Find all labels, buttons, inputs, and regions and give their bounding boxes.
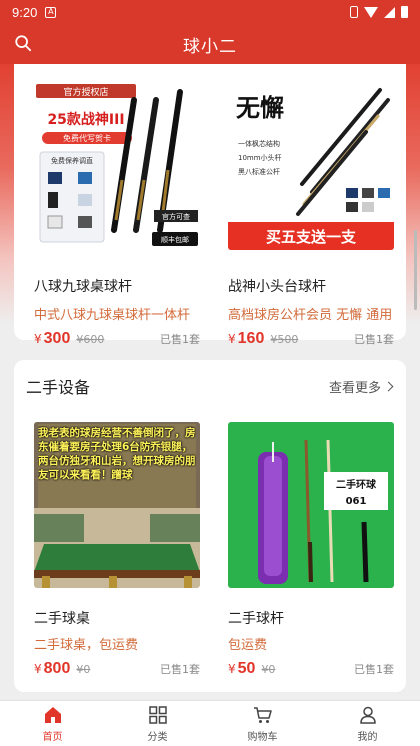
product-card[interactable]: 我老表的球房经营不善倒闭了，房东催着要房子处理6台防乔银腿，两台仿独牙和山岩，想… <box>26 422 208 677</box>
img2-feature2: 10mm小头杆 <box>238 153 282 162</box>
tab-label: 我的 <box>357 731 378 743</box>
product-image: 我老表的球房经营不善倒闭了，房东催着要房子处理6台防乔银腿，两台仿独牙和山岩，想… <box>34 422 200 588</box>
product-name: 二手球桌 <box>34 611 90 627</box>
img1-tag: 免费代写贺卡 <box>63 133 111 143</box>
currency: ¥ <box>34 332 42 346</box>
user-icon <box>359 706 376 724</box>
price-line: ¥ 800 ¥0 已售1套 <box>34 660 200 678</box>
search-icon[interactable] <box>14 34 32 52</box>
wifi-icon <box>364 6 378 18</box>
product-price: 300 <box>43 330 71 347</box>
product-desc: 二手球桌，包运费 <box>34 638 139 653</box>
product-image: 官方授权店 25款战神III 免费代写贺卡 免费保养调直 官方可查 顺丰包邮 <box>34 80 200 250</box>
tab-category[interactable]: 分类 <box>105 701 210 746</box>
signal-icon <box>384 6 395 18</box>
currency: ¥ <box>34 662 42 676</box>
original-price: ¥0 <box>76 663 91 676</box>
app-header: 球小二 <box>0 24 420 64</box>
section-title: 二手设备 <box>26 378 91 397</box>
notification-icon: A <box>45 6 57 18</box>
currency: ¥ <box>228 662 236 676</box>
img3-overlay-text: 我老表的球房经营不善倒闭了，房东催着要房子处理6台防乔银腿，两台仿独牙和山岩，想… <box>38 427 196 481</box>
product-price: 50 <box>237 660 256 677</box>
price-line: ¥ 160 ¥500 已售1套 <box>228 330 394 348</box>
img1-banner: 官方授权店 <box>63 86 108 98</box>
img2-feature3: 黑八标准公杆 <box>238 167 280 176</box>
product-desc: 高档球房公杆会员 无懈 通用 <box>228 308 393 323</box>
sold-count: 已售1套 <box>160 333 200 346</box>
secondhand-section: 二手设备 查看更多 我老表的球房经营不善倒闭了，房东催着要房子处理6台防乔银腿，… <box>14 360 406 692</box>
original-price: ¥0 <box>261 663 276 676</box>
product-image: 无懈 一体枫芯结构 10mm小头杆 黑八标准公杆 买五支送一支 <box>228 80 394 250</box>
bottom-tab-bar: 首页 分类 购物车 我的 <box>0 700 420 746</box>
scrollbar[interactable] <box>414 230 417 310</box>
currency: ¥ <box>228 332 236 346</box>
img4-label: 二手环球 <box>336 478 377 491</box>
sold-count: 已售1套 <box>160 663 200 676</box>
tab-label: 分类 <box>147 731 168 743</box>
tab-label: 购物车 <box>247 731 278 743</box>
img4-number: 061 <box>346 496 367 507</box>
product-card[interactable]: 无懈 一体枫芯结构 10mm小头杆 黑八标准公杆 买五支送一支 战神小头台球杆 … <box>220 80 402 347</box>
tab-home[interactable]: 首页 <box>0 701 105 746</box>
featured-products-section: 官方授权店 25款战神III 免费代写贺卡 免费保养调直 官方可查 顺丰包邮 八… <box>14 50 406 347</box>
img1-gift: 免费保养调直 <box>51 156 93 165</box>
img2-calligraphy: 无懈 <box>236 93 284 122</box>
img1-headline: 25款战神III <box>47 111 124 128</box>
price-line: ¥ 300 ¥600 已售1套 <box>34 330 200 348</box>
status-time: 9:20 <box>12 4 38 20</box>
product-price: 800 <box>43 660 71 677</box>
product-price: 160 <box>237 330 265 347</box>
view-more-link[interactable]: 查看更多 <box>328 377 394 396</box>
img1-bottom-tag: 顺丰包邮 <box>161 235 189 244</box>
product-name: 八球九球桌球杆 <box>34 279 132 295</box>
tab-profile[interactable]: 我的 <box>315 701 420 746</box>
view-more-label: 查看更多 <box>328 381 381 396</box>
sold-count: 已售1套 <box>354 663 394 676</box>
status-bar: 9:20 A <box>0 0 420 24</box>
battery-icon <box>401 6 408 18</box>
product-desc: 中式八球九球桌球杆一体杆 <box>34 308 191 323</box>
original-price: ¥500 <box>270 333 299 346</box>
sold-count: 已售1套 <box>354 333 394 346</box>
page-title: 球小二 <box>183 36 237 57</box>
status-icons <box>350 6 408 18</box>
img1-right-tag: 官方可查 <box>162 212 190 221</box>
vibrate-icon <box>350 6 358 18</box>
tab-cart[interactable]: 购物车 <box>210 701 315 746</box>
price-line: ¥ 50 ¥0 已售1套 <box>228 660 394 678</box>
product-image: 二手环球 061 <box>228 422 394 588</box>
grid-icon <box>148 705 167 724</box>
product-desc: 包运费 <box>228 638 268 653</box>
home-icon <box>44 706 61 723</box>
img2-feature1: 一体枫芯结构 <box>238 139 280 148</box>
original-price: ¥600 <box>76 333 105 346</box>
tab-label: 首页 <box>42 731 63 743</box>
chevron-right-icon <box>383 381 394 392</box>
product-card[interactable]: 二手环球 061 二手球杆 包运费 ¥ 50 ¥0 已售1套 <box>220 422 402 677</box>
product-card[interactable]: 官方授权店 25款战神III 免费代写贺卡 免费保养调直 官方可查 顺丰包邮 八… <box>26 80 208 347</box>
cart-icon <box>253 706 272 723</box>
product-name: 二手球杆 <box>228 611 284 627</box>
img2-banner: 买五支送一支 <box>266 228 357 246</box>
product-name: 战神小头台球杆 <box>228 279 326 295</box>
